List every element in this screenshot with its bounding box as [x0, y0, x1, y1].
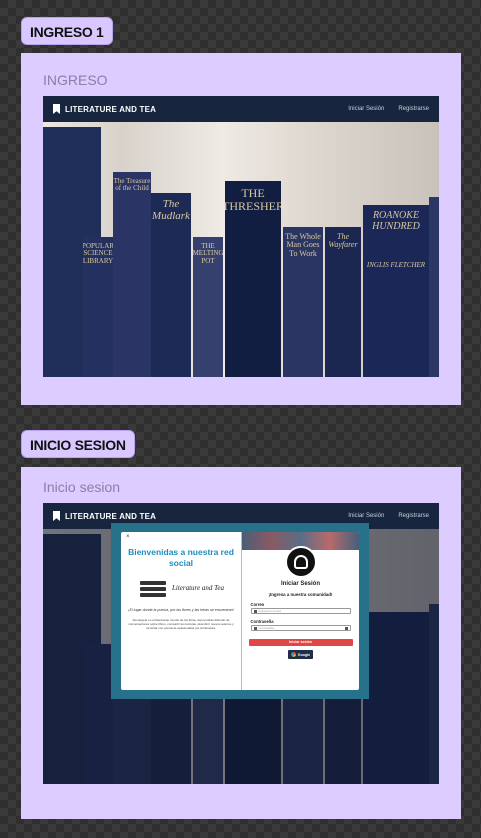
- login-panel: Iniciar Sesión ¡Ingresa a nuestra comuni…: [242, 532, 359, 690]
- password-label: Contraseña: [250, 619, 274, 624]
- frame-label-ingreso: INGRESO: [43, 72, 108, 88]
- email-placeholder: Ingresa tu correo: [258, 609, 282, 613]
- nav-register-link[interactable]: Registrarse: [398, 106, 429, 112]
- book-spine: THE MELTING POT: [193, 237, 223, 377]
- brand-label: LITERATURE AND TEA: [65, 511, 157, 521]
- login-screen: LITERATURE AND TEA Iniciar Sesión Regist…: [43, 503, 439, 784]
- password-placeholder: Contraseña: [258, 626, 275, 630]
- mail-icon: [253, 609, 257, 613]
- book-spine: The Mudlark: [151, 193, 191, 377]
- email-field[interactable]: Ingresa tu correo: [250, 608, 351, 614]
- book-spine: [429, 197, 439, 377]
- logo: Literature and Tea: [127, 572, 235, 604]
- lock-icon: [253, 626, 257, 630]
- login-modal: × Bienvenidas a nuestra red social Liter…: [111, 523, 369, 699]
- book-spine: The Whole Man Goes To Work: [283, 227, 323, 377]
- google-icon: [290, 652, 296, 657]
- login-title: Iniciar Sesión: [280, 581, 320, 587]
- books-icon: [138, 577, 168, 599]
- frame-ingreso: INGRESO The Treasure of the Child POPULA…: [21, 53, 461, 405]
- login-button[interactable]: Iniciar sesión: [248, 639, 353, 646]
- brand[interactable]: LITERATURE AND TEA: [53, 104, 156, 114]
- navbar: LITERATURE AND TEA Iniciar Sesión Regist…: [43, 96, 439, 122]
- brand[interactable]: LITERATURE AND TEA: [53, 511, 156, 521]
- bookshelf-image: The Treasure of the Child POPULAR SCIENC…: [43, 122, 439, 377]
- bookmark-icon: [53, 104, 60, 114]
- frame-label-inicio: Inicio sesion: [43, 479, 121, 495]
- frame-inicio-sesion: Inicio sesion LITERATURE AND TEA Iniciar…: [21, 467, 461, 819]
- welcome-quote: ¡El lugar donde la poesía, por las flore…: [128, 608, 234, 613]
- eye-icon[interactable]: [344, 626, 348, 630]
- book-spine: ROANOKE HUNDRED INGLIS FLETCHER: [363, 205, 429, 377]
- nav-login-link[interactable]: Iniciar Sesión: [348, 513, 384, 519]
- bookmark-icon: [53, 511, 60, 521]
- nav-register-link[interactable]: Registrarse: [398, 513, 429, 519]
- welcome-heading: Bienvenidas a nuestra red social: [128, 547, 234, 569]
- password-field[interactable]: Contraseña: [250, 625, 351, 631]
- landing-screen: The Treasure of the Child POPULAR SCIENC…: [43, 96, 439, 377]
- brand-label: LITERATURE AND TEA: [65, 104, 157, 114]
- section-tag-ingreso: INGRESO 1: [21, 17, 113, 45]
- google-login-button[interactable]: Google: [287, 650, 314, 659]
- join-text: ¡Ingresa a nuestra comunidad!: [268, 592, 333, 597]
- modal-welcome-panel: × Bienvenidas a nuestra red social Liter…: [121, 532, 242, 690]
- nav-login-link[interactable]: Iniciar Sesión: [348, 106, 384, 112]
- book-spine: The Wayfarer: [325, 227, 361, 377]
- welcome-description: Sumérgete en el fascinante mundo de los …: [128, 617, 234, 630]
- logo-text: Literature and Tea: [172, 584, 224, 593]
- google-button-label: Google: [297, 652, 311, 657]
- close-icon[interactable]: ×: [126, 534, 130, 540]
- book-spine: POPULAR SCIENCE LIBRARY: [83, 237, 113, 377]
- book-spine: The Treasure of the Child: [113, 172, 151, 377]
- email-label: Correo: [250, 602, 265, 607]
- section-tag-inicio: INICIO SESION: [21, 430, 135, 458]
- book-spine: THE THRESHER: [225, 181, 281, 377]
- avatar-icon: [284, 546, 317, 578]
